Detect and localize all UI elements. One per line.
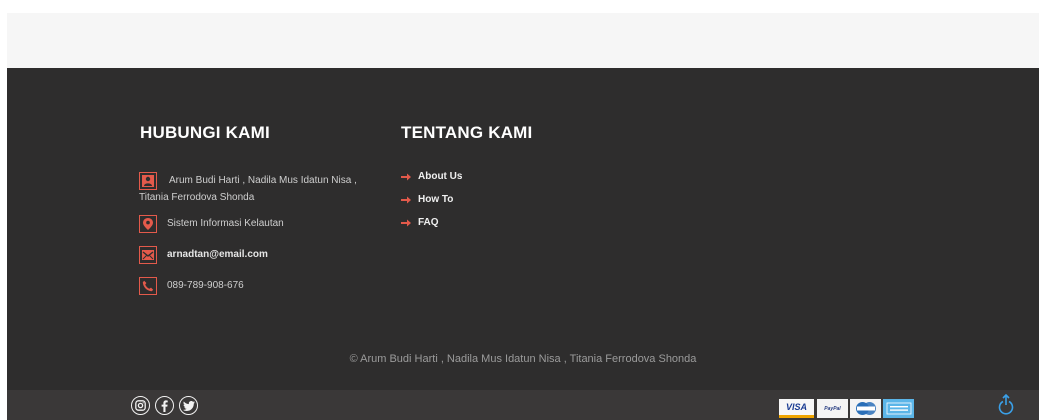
- contact-title: HUBUNGI KAMI: [140, 123, 270, 142]
- user-icon: [139, 172, 157, 190]
- contact-phone-text: 089-789-908-676: [167, 280, 244, 291]
- mastercard-logo-icon: [855, 402, 876, 415]
- page-top: [0, 0, 1039, 13]
- scroll-to-top-button[interactable]: [998, 393, 1014, 416]
- how-to-link[interactable]: How To: [401, 194, 453, 205]
- faq-label: FAQ: [418, 217, 439, 228]
- about-title: TENTANG KAMI: [401, 123, 533, 142]
- copyright-text: © Arum Budi Harti , Nadila Mus Idatun Ni…: [349, 353, 697, 365]
- arrow-right-icon: [401, 173, 411, 180]
- phone-icon: [139, 277, 157, 295]
- contact-org-item: Sistem Informasi Kelautan: [139, 215, 284, 233]
- contact-name-item: Arum Budi Harti , Nadila Mus Idatun Nisa…: [139, 172, 384, 206]
- visa-card: VISA: [779, 399, 814, 418]
- mastercard-card: [850, 399, 881, 418]
- faq-link[interactable]: FAQ: [401, 217, 439, 228]
- paypal-card: PayPal: [817, 399, 848, 418]
- envelope-icon: [139, 246, 157, 264]
- instagram-icon[interactable]: [131, 396, 150, 415]
- about-us-link[interactable]: About Us: [401, 171, 462, 182]
- about-us-label: About Us: [418, 171, 463, 182]
- contact-name-text: Arum Budi Harti , Nadila Mus Idatun Nisa…: [139, 175, 357, 203]
- amex-card: [883, 399, 914, 418]
- scroll-to-top-icon: [998, 393, 1014, 415]
- content-band: [7, 13, 1039, 68]
- contact-email-item: arnadtan@email.com: [139, 246, 268, 264]
- how-to-label: How To: [418, 194, 454, 205]
- arrow-right-icon: [401, 219, 411, 226]
- contact-phone-item: 089-789-908-676: [139, 277, 244, 295]
- map-marker-icon: [139, 215, 157, 233]
- arrow-right-icon: [401, 196, 411, 203]
- bottom-bar: VISA PayPal: [7, 390, 1039, 420]
- amex-logo-icon: [886, 402, 911, 415]
- twitter-icon[interactable]: [179, 396, 198, 415]
- contact-email-link[interactable]: arnadtan@email.com: [167, 246, 268, 263]
- facebook-icon[interactable]: [155, 396, 174, 415]
- site-footer: HUBUNGI KAMI Arum Budi Harti , Nadila Mu…: [7, 68, 1039, 390]
- contact-org-text: Sistem Informasi Kelautan: [167, 218, 284, 229]
